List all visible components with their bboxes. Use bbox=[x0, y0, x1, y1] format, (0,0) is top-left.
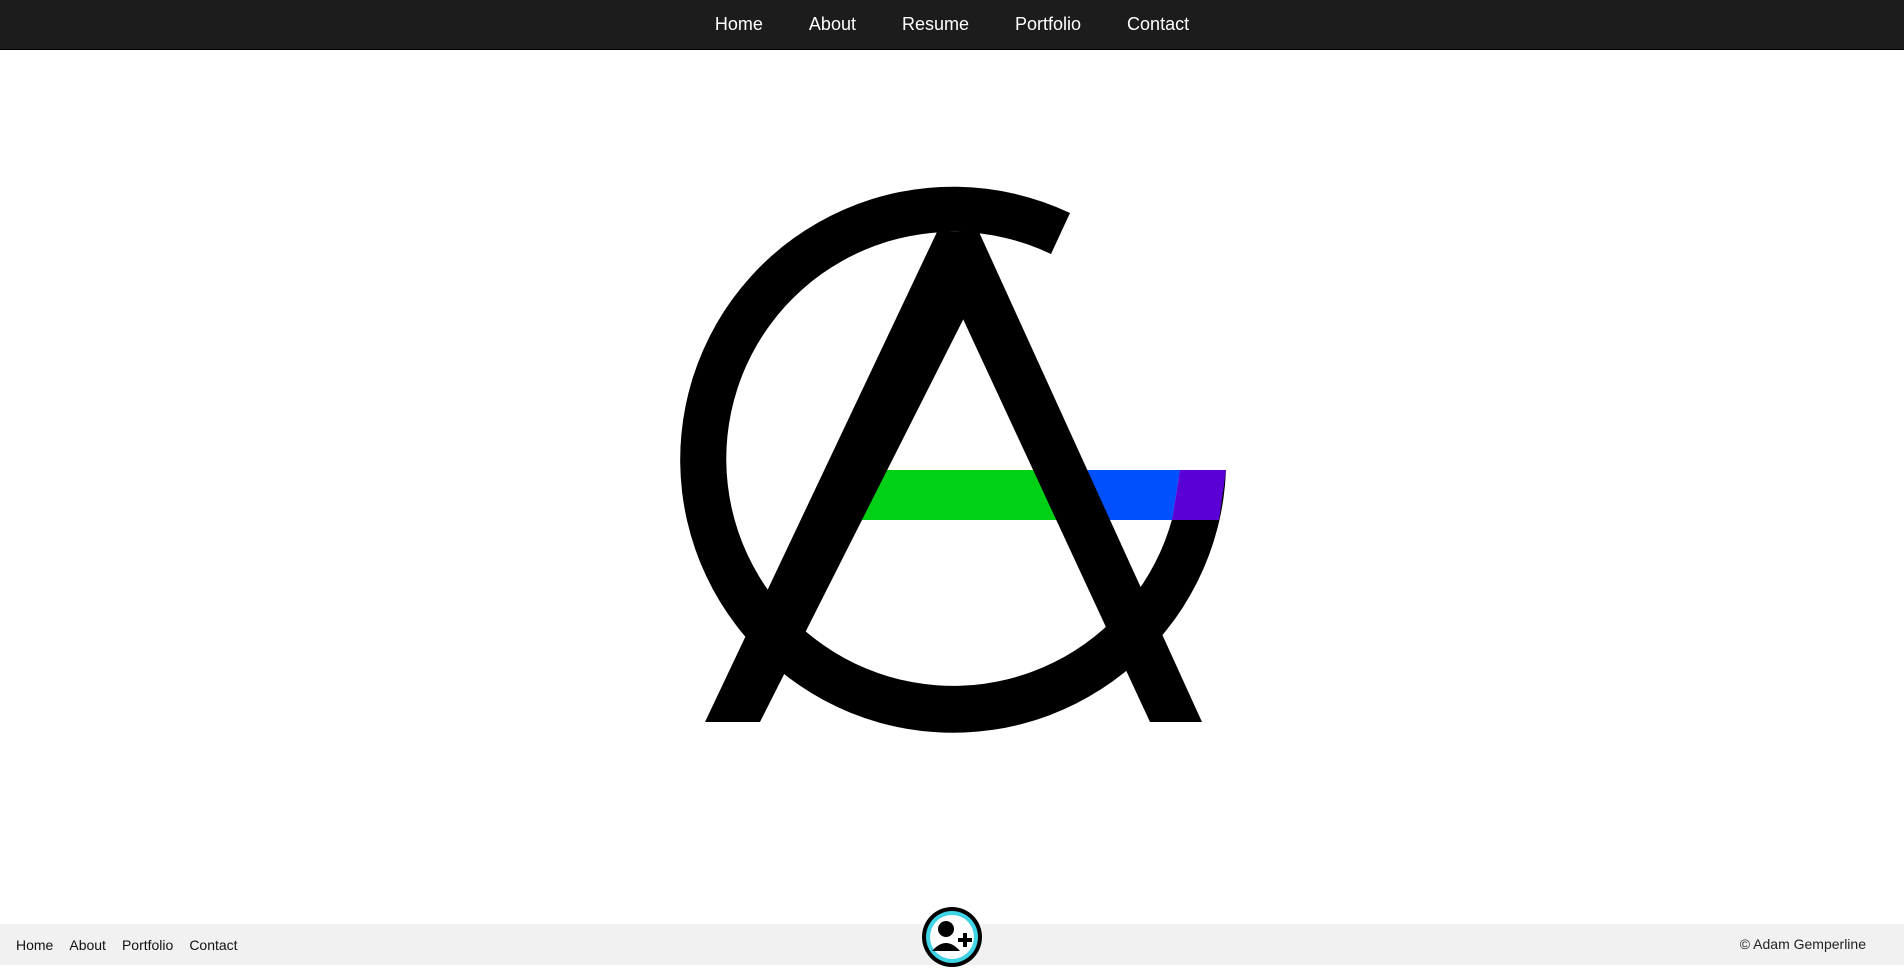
nav-contact-link[interactable]: Contact bbox=[1127, 14, 1189, 35]
nav-about-link[interactable]: About bbox=[809, 14, 856, 35]
logo-graphic bbox=[680, 186, 1226, 733]
stripe-purple bbox=[1172, 470, 1226, 520]
add-contact-button[interactable] bbox=[920, 905, 984, 969]
nav-resume-link[interactable]: Resume bbox=[902, 14, 969, 35]
copyright-text: © Adam Gemperline bbox=[1739, 936, 1866, 952]
footer-links: Home About Portfolio Contact bbox=[16, 924, 254, 965]
footer-about-link[interactable]: About bbox=[69, 937, 106, 953]
add-contact-icon bbox=[922, 907, 982, 967]
nav-portfolio-link[interactable]: Portfolio bbox=[1015, 14, 1081, 35]
footer-home-link[interactable]: Home bbox=[16, 937, 53, 953]
top-navigation: Home About Resume Portfolio Contact bbox=[0, 0, 1904, 50]
footer-contact-link[interactable]: Contact bbox=[189, 937, 237, 953]
nav-home-link[interactable]: Home bbox=[715, 14, 763, 35]
footer-portfolio-link[interactable]: Portfolio bbox=[122, 937, 173, 953]
logo-stripe bbox=[840, 470, 1226, 520]
ag-monogram-logo bbox=[670, 180, 1240, 740]
